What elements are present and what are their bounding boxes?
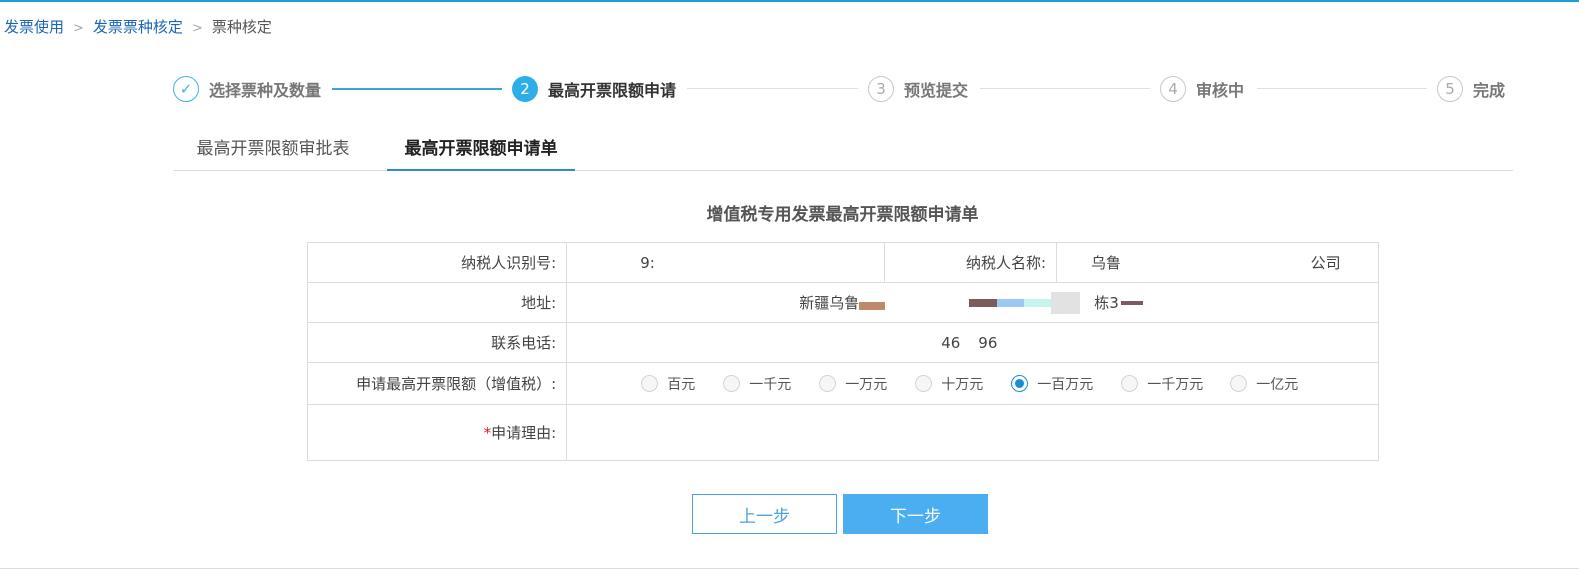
step-label: 预览提交: [904, 81, 969, 100]
radio-label: 一百万元: [1037, 376, 1094, 393]
radio-icon[interactable]: [1121, 375, 1139, 392]
phone-value: 46 96: [566, 322, 1379, 363]
taxpayer-id-value: 9:: [566, 242, 886, 283]
step-2: 2 最高开票限额申请: [512, 74, 676, 104]
redaction-block: [997, 299, 1025, 307]
redaction-block: [1120, 301, 1143, 305]
step-connector: [980, 88, 1150, 89]
step-5: 5 完成: [1437, 74, 1505, 104]
limit-options: 百元 一千元 一万元 十万元 一百万元 一千万元 一亿元: [566, 362, 1379, 405]
form-title: 增值税专用发票最高开票限额申请单: [706, 205, 979, 225]
address-value: 新疆乌鲁 栋3: [566, 282, 1379, 323]
address-start: 新疆乌鲁: [799, 293, 860, 312]
radio-icon[interactable]: [723, 375, 741, 392]
tab-approval-form[interactable]: 最高开票限额审批表: [193, 128, 353, 170]
radio-label: 一万元: [845, 376, 888, 393]
taxpayer-name-end: 公司: [1310, 254, 1341, 272]
radio-label: 十万元: [941, 376, 984, 393]
step-number: 4: [1160, 76, 1186, 102]
redaction-block: [1051, 291, 1081, 314]
step-check-icon: ✓: [173, 76, 199, 102]
taxpayer-name-label: 纳税人名称:: [884, 242, 1058, 283]
redaction-block: [859, 302, 886, 310]
breadcrumb-separator: >: [73, 21, 84, 36]
step-label: 审核中: [1196, 81, 1245, 100]
limit-option-10000[interactable]: 一万元: [819, 374, 915, 394]
taxpayer-name-start: 乌鲁: [1091, 254, 1122, 272]
radio-icon[interactable]: [819, 375, 837, 392]
address-label: 地址:: [306, 282, 568, 323]
step-connector: [1257, 88, 1427, 89]
radio-icon[interactable]: [641, 375, 659, 392]
top-accent-line: [0, 0, 1579, 2]
step-number: 5: [1437, 76, 1463, 102]
redaction-block: [1024, 299, 1052, 307]
reason-label: 申请理由:: [491, 424, 557, 442]
breadcrumb: 发票使用 > 发票票种核定 > 票种核定: [4, 17, 272, 37]
tab-bar: 最高开票限额审批表 最高开票限额申请单: [173, 128, 1513, 171]
radio-label: 一千元: [749, 376, 792, 393]
limit-option-10000000[interactable]: 一千万元: [1121, 374, 1230, 394]
taxpayer-id-text: 9:: [640, 253, 655, 272]
step-connector: [687, 88, 858, 89]
phone-label: 联系电话:: [306, 322, 568, 363]
step-connector: [332, 88, 502, 90]
limit-option-1000[interactable]: 一千元: [723, 374, 819, 394]
limit-label: 申请最高开票限额（增值税）:: [306, 362, 568, 405]
step-label: 完成: [1473, 81, 1506, 100]
breadcrumb-current: 票种核定: [211, 18, 272, 36]
radio-icon[interactable]: [915, 375, 933, 392]
next-step-button[interactable]: 下一步: [843, 494, 988, 534]
previous-step-button[interactable]: 上一步: [692, 494, 837, 534]
radio-label: 一亿元: [1256, 376, 1299, 393]
bottom-divider: [0, 568, 1579, 569]
reason-label-cell: *申请理由:: [306, 404, 568, 461]
taxpayer-name-value: 乌鲁 公司: [1056, 242, 1379, 283]
breadcrumb-invoice-use[interactable]: 发票使用: [4, 18, 64, 36]
breadcrumb-separator: >: [191, 21, 203, 36]
step-number: 3: [868, 76, 894, 102]
address-end: 栋3: [1094, 293, 1119, 312]
step-label: 最高开票限额申请: [548, 81, 677, 100]
limit-option-100[interactable]: 百元: [641, 374, 723, 394]
limit-option-1000000[interactable]: 一百万元: [1011, 374, 1121, 394]
redaction-block: [969, 299, 998, 307]
step-3: 3 预览提交: [868, 74, 968, 104]
radio-label: 百元: [667, 376, 696, 393]
step-4: 4 审核中: [1160, 74, 1244, 104]
reason-input[interactable]: [566, 404, 1379, 461]
radio-icon[interactable]: [1230, 375, 1248, 392]
application-form-table: 纳税人识别号: 9: 纳税人名称: 乌鲁 公司 地址: 新疆乌鲁 栋3 联系电话:…: [306, 242, 1379, 461]
taxpayer-id-label: 纳税人识别号:: [306, 242, 568, 283]
phone-start: 46: [941, 333, 961, 352]
step-1: ✓ 选择票种及数量: [173, 74, 321, 104]
radio-selected-icon[interactable]: [1011, 375, 1029, 392]
step-label: 选择票种及数量: [209, 81, 322, 100]
step-number: 2: [512, 76, 538, 102]
breadcrumb-invoice-type-approval[interactable]: 发票票种核定: [93, 18, 183, 36]
tab-application-form[interactable]: 最高开票限额申请单: [387, 128, 575, 171]
limit-option-100000000[interactable]: 一亿元: [1230, 374, 1320, 394]
phone-end: 96: [978, 333, 998, 352]
radio-label: 一千万元: [1147, 376, 1204, 393]
limit-option-100000[interactable]: 十万元: [915, 374, 1011, 394]
